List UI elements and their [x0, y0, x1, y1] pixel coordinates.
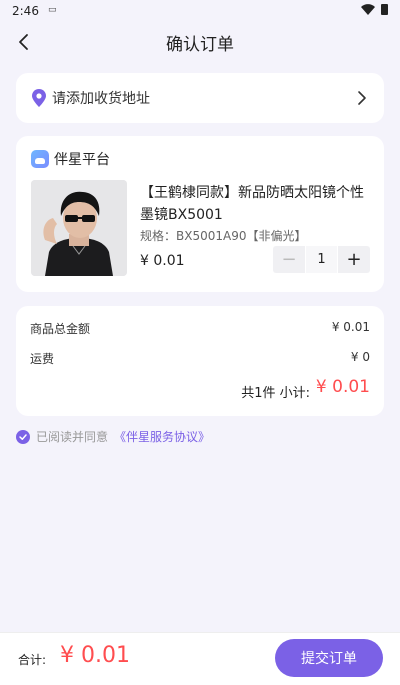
status-bar: 2:46 ▭	[0, 0, 400, 22]
quantity-stepper: − 1 +	[273, 246, 370, 273]
shop-name: 伴星平台	[54, 152, 110, 168]
checkout-bar: 合计: ¥ 0.01 提交订单	[0, 632, 400, 685]
quantity-value: 1	[306, 246, 337, 273]
total-label: 合计:	[18, 653, 47, 667]
total-value: ¥ 0.01	[60, 643, 130, 668]
address-placeholder: 请添加收货地址	[52, 91, 150, 107]
shop-logo-icon	[31, 150, 49, 168]
agreement-row: 已阅读并同意 《伴星服务协议》	[16, 428, 210, 445]
decrease-quantity-button[interactable]: −	[273, 246, 305, 273]
product-price: ¥ 0.01	[140, 253, 185, 269]
shipping-label: 运费	[30, 352, 55, 366]
goods-total-label: 商品总金额	[30, 322, 91, 336]
subtotal-value: ¥ 0.01	[315, 377, 370, 397]
product-image	[31, 180, 127, 276]
navigation-bar: 确认订单	[0, 22, 400, 62]
page-title: 确认订单	[166, 35, 234, 55]
checkmark-icon	[19, 433, 27, 440]
sim-icon: ▭	[48, 5, 57, 15]
product-spec: 规格：BX5001A90【非偏光】	[140, 229, 307, 243]
status-icons	[361, 4, 388, 15]
price-summary: 商品总金额 ¥ 0.01 运费 ¥ 0 共1件 小计: ¥ 0.01	[16, 306, 384, 416]
agreement-checkbox[interactable]	[16, 429, 30, 444]
location-pin-icon	[32, 89, 46, 107]
agreement-text: 已阅读并同意	[36, 430, 109, 444]
service-agreement-link[interactable]: 《伴星服务协议》	[114, 428, 210, 445]
shipping-value: ¥ 0	[350, 350, 370, 364]
subtotal-label: 共1件 小计:	[241, 386, 310, 401]
wifi-icon	[361, 4, 375, 15]
product-title: 【王鹤棣同款】新品防晒太阳镜个性墨镜BX5001	[140, 185, 364, 223]
battery-icon	[381, 4, 388, 15]
chevron-right-icon	[358, 91, 366, 105]
increase-quantity-button[interactable]: +	[338, 246, 370, 273]
order-item-card: 伴星平台 【王鹤棣同款】新品防晒太阳镜个性墨镜BX5001 规格：BX5001A…	[16, 136, 384, 292]
address-selector[interactable]: 请添加收货地址	[16, 73, 384, 123]
goods-total-value: ¥ 0.01	[331, 320, 370, 334]
status-time: 2:46	[12, 4, 39, 18]
submit-order-button[interactable]: 提交订单	[275, 639, 383, 677]
